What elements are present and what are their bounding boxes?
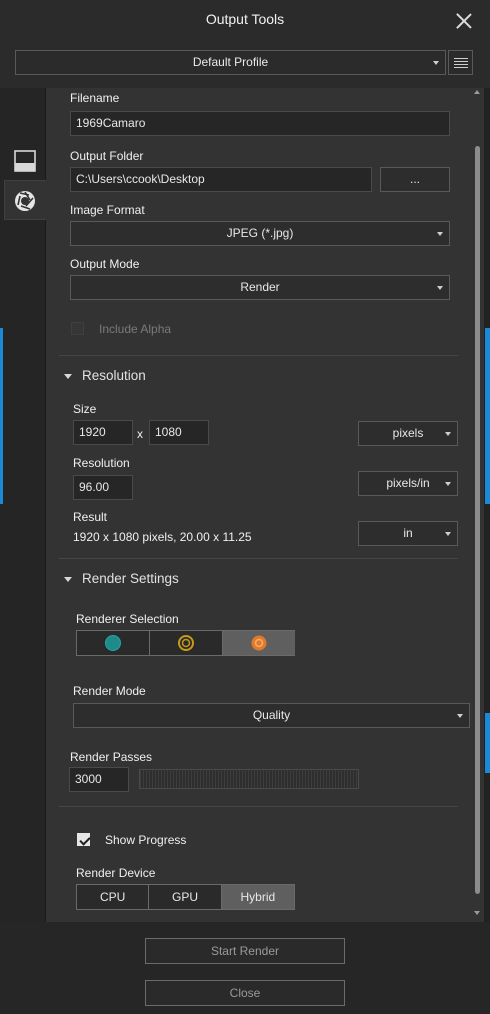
renderer-selector xyxy=(76,630,295,656)
device-hybrid-label: Hybrid xyxy=(240,890,276,904)
image-format-value: JPEG (*.jpg) xyxy=(226,226,294,240)
image-format-label: Image Format xyxy=(70,203,145,217)
include-alpha-checkbox[interactable] xyxy=(71,322,84,335)
tab-camera-output[interactable] xyxy=(4,180,46,220)
result-label: Result xyxy=(73,510,108,524)
render-mode-dropdown[interactable]: Quality xyxy=(73,703,470,728)
result-unit-dropdown[interactable]: in xyxy=(358,521,458,546)
profile-bar: Default Profile xyxy=(0,42,490,88)
render-passes-slider[interactable] xyxy=(139,769,359,789)
divider xyxy=(59,806,458,807)
close-icon[interactable] xyxy=(456,13,472,29)
collapse-triangle-icon[interactable] xyxy=(64,374,72,379)
output-mode-value: Render xyxy=(240,280,280,294)
render-mode-value: Quality xyxy=(252,708,291,722)
renderer-selection-label: Renderer Selection xyxy=(76,612,179,626)
width-input[interactable]: 1920 xyxy=(73,420,133,445)
scrollbar-thumb[interactable] xyxy=(475,146,480,894)
orange-renderer-icon xyxy=(251,635,267,651)
window-title: Output Tools xyxy=(205,11,285,27)
filename-input[interactable]: 1969Camaro xyxy=(70,111,450,136)
size-unit-value: pixels xyxy=(392,426,424,440)
action-footer: Start Render Close xyxy=(0,922,490,1014)
side-tab-strip xyxy=(0,88,46,922)
render-settings-section-title[interactable]: Render Settings xyxy=(82,571,179,586)
renderer-option-1[interactable] xyxy=(77,631,150,655)
output-mode-label: Output Mode xyxy=(70,257,140,271)
menu-icon xyxy=(454,58,468,59)
height-input[interactable]: 1080 xyxy=(149,420,209,445)
device-gpu-label: GPU xyxy=(172,890,199,904)
device-hybrid-option[interactable]: Hybrid xyxy=(221,885,295,909)
size-label: Size xyxy=(73,402,97,416)
output-mode-dropdown[interactable]: Render xyxy=(70,275,450,300)
tab-output-window[interactable] xyxy=(4,142,46,182)
collapse-triangle-icon[interactable] xyxy=(64,577,72,582)
include-alpha-label: Include Alpha xyxy=(99,322,172,336)
render-passes-label: Render Passes xyxy=(70,750,153,764)
resolution-section-title[interactable]: Resolution xyxy=(82,368,146,383)
render-device-label: Render Device xyxy=(76,866,156,880)
size-unit-dropdown[interactable]: pixels xyxy=(358,421,458,446)
chevron-down-icon xyxy=(445,482,451,486)
resolution-unit-dropdown[interactable]: pixels/in xyxy=(358,471,458,496)
aperture-icon xyxy=(15,191,35,211)
resolution-label: Resolution xyxy=(73,456,130,470)
chevron-down-icon xyxy=(437,232,443,236)
result-value: 1920 x 1080 pixels, 20.00 x 11.25 xyxy=(73,530,252,544)
gold-renderer-icon xyxy=(178,635,194,651)
close-button[interactable]: Close xyxy=(145,980,345,1006)
result-unit-value: in xyxy=(403,526,413,540)
profile-menu-button[interactable] xyxy=(448,50,473,75)
resolution-input[interactable]: 96.00 xyxy=(73,475,133,500)
profile-dropdown[interactable]: Default Profile xyxy=(15,50,446,75)
output-folder-input[interactable]: C:\Users\ccook\Desktop xyxy=(70,167,372,192)
scroll-up-icon[interactable] xyxy=(474,90,480,94)
background-edge xyxy=(0,328,3,504)
render-passes-input[interactable]: 3000 xyxy=(69,767,129,792)
render-device-selector: CPU GPU Hybrid xyxy=(76,884,295,910)
window-edge xyxy=(484,88,490,922)
renderer-option-2[interactable] xyxy=(150,631,223,655)
divider xyxy=(59,355,458,356)
window-icon xyxy=(14,150,36,172)
chevron-down-icon xyxy=(457,714,463,718)
resolution-unit-value: pixels/in xyxy=(386,476,430,490)
chevron-down-icon xyxy=(445,532,451,536)
browse-folder-button[interactable]: ... xyxy=(380,167,450,192)
show-progress-label: Show Progress xyxy=(105,833,187,847)
output-folder-label: Output Folder xyxy=(70,149,144,163)
scroll-down-icon[interactable] xyxy=(474,911,480,915)
device-gpu-option[interactable]: GPU xyxy=(149,885,222,909)
filename-label: Filename xyxy=(70,91,120,105)
device-cpu-label: CPU xyxy=(100,890,126,904)
teal-renderer-icon xyxy=(105,635,121,651)
start-render-button[interactable]: Start Render xyxy=(145,938,345,964)
device-cpu-option[interactable]: CPU xyxy=(77,885,150,909)
profile-value: Default Profile xyxy=(192,55,269,69)
render-mode-label: Render Mode xyxy=(73,684,146,698)
title-bar: Output Tools xyxy=(0,0,490,42)
divider xyxy=(59,558,458,559)
renderer-option-3[interactable] xyxy=(223,631,295,655)
chevron-down-icon xyxy=(445,432,451,436)
chevron-down-icon xyxy=(433,61,439,65)
image-format-dropdown[interactable]: JPEG (*.jpg) xyxy=(70,221,450,246)
size-times-label: x xyxy=(137,427,143,441)
show-progress-checkbox[interactable] xyxy=(77,833,90,846)
chevron-down-icon xyxy=(437,286,443,290)
